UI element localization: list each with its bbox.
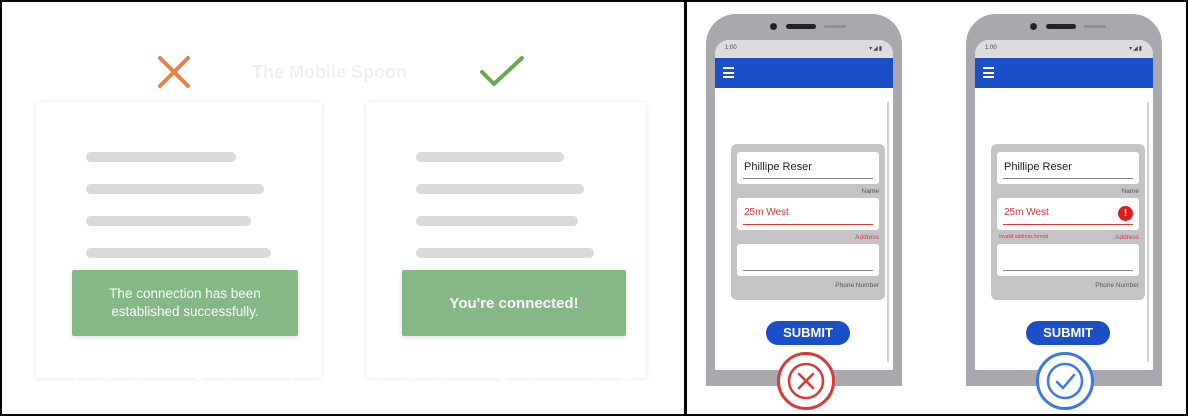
field-underline [1003,270,1133,271]
panel-divider [684,0,687,416]
phone-number-field[interactable] [997,244,1139,276]
placeholder-line [416,184,584,194]
form-card: Phillipe Reser Name 25m West Address Pho… [731,144,885,300]
address-value: 25m West [1004,207,1049,218]
sensor [824,25,846,28]
camera [1030,23,1037,30]
scrollbar[interactable] [1147,102,1149,362]
app-bar [975,58,1153,88]
name-field[interactable]: Phillipe Reser [997,152,1139,184]
cross-mark-icon [158,56,190,88]
x-circle-icon [787,362,825,400]
status-icons: ▾◢▮ [869,46,883,52]
sensor [1084,25,1106,28]
phone-screen: 1:00 ▾◢▮ Phillipe Reser Name 25m West ! … [975,40,1153,370]
good-toast-message: You're connected! [402,270,626,336]
torn-edge [366,370,646,380]
scrollbar[interactable] [887,102,889,362]
field-underline-error [1003,223,1133,225]
status-bar: 1:00 ▾◢▮ [715,40,893,58]
status-icons: ▾◢▮ [1129,46,1143,52]
address-value: 25m West [744,207,789,218]
good-example-card [366,102,646,380]
speaker [786,24,816,29]
address-helper-text: Invalid address format [999,234,1049,240]
placeholder-line [416,216,578,226]
phone-number-field[interactable] [737,244,879,276]
check-circle-badge [1036,352,1094,410]
placeholder-line [86,248,271,258]
placeholder-line [86,216,251,226]
phone-screen: 1:00 ▾◢▮ Phillipe Reser Name 25m West Ad… [715,40,893,370]
address-caption: Address [855,234,879,241]
form-card: Phillipe Reser Name 25m West ! Invalid a… [991,144,1145,300]
address-field[interactable]: 25m West [737,198,879,230]
status-time: 1:00 [725,45,737,51]
address-caption: Address [1115,234,1139,241]
x-circle-badge [777,352,835,410]
field-underline [1003,178,1133,179]
submit-button[interactable]: SUBMIT [1026,321,1110,345]
menu-icon[interactable] [723,67,734,78]
field-underline-error [743,223,873,225]
torn-edge [36,370,322,380]
name-field[interactable]: Phillipe Reser [737,152,879,184]
message-comparison-panel: The Mobile Spoon The connection has been… [2,2,684,414]
check-circle-icon [1046,362,1084,400]
phone-mockup-bad: 1:00 ▾◢▮ Phillipe Reser Name 25m West Ad… [706,14,902,386]
phone-mockup-good: 1:00 ▾◢▮ Phillipe Reser Name 25m West ! … [966,14,1162,386]
check-mark-icon [480,56,524,86]
name-caption: Name [1121,188,1139,195]
placeholder-line [416,152,564,162]
field-underline [743,178,873,179]
field-underline [743,270,873,271]
phone-number-caption: Phone Number [1095,282,1139,289]
status-bar: 1:00 ▾◢▮ [975,40,1153,58]
app-bar [715,58,893,88]
status-time: 1:00 [985,45,997,51]
placeholder-line [86,152,236,162]
submit-button[interactable]: SUBMIT [766,321,850,345]
error-icon: ! [1118,206,1133,221]
placeholder-line [86,184,264,194]
phone-number-caption: Phone Number [835,282,879,289]
address-field[interactable]: 25m West ! [997,198,1139,230]
name-value: Phillipe Reser [1004,161,1072,173]
bad-toast-message: The connection has been established succ… [72,270,298,336]
name-caption: Name [861,188,879,195]
menu-icon[interactable] [983,67,994,78]
camera [770,23,777,30]
name-value: Phillipe Reser [744,161,812,173]
placeholder-line [416,248,594,258]
bad-example-card [36,102,322,380]
speaker [1046,24,1076,29]
watermark: The Mobile Spoon [252,62,407,82]
